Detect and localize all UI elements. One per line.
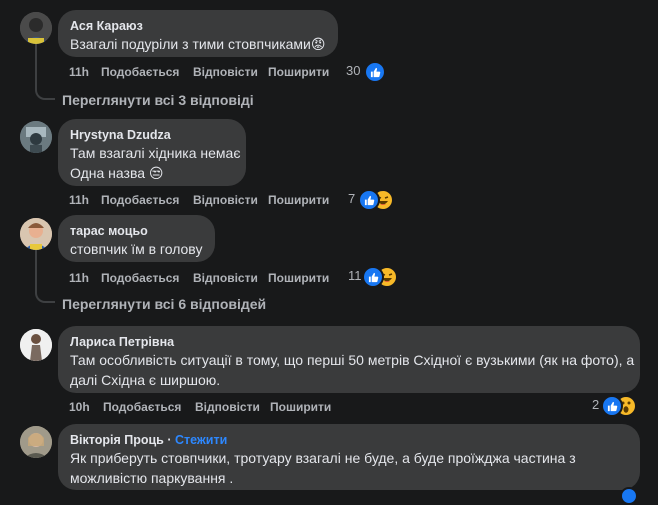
comment-time[interactable]: 11h: [69, 64, 89, 80]
comment-time[interactable]: 11h: [69, 192, 89, 208]
comment-bubble: Ася Караюз Взагалі подуріли з тими стовп…: [58, 10, 338, 57]
view-replies-link[interactable]: Переглянути всі 3 відповіді: [62, 91, 254, 109]
thread-elbow: [35, 88, 55, 100]
comment-text: Як приберуть стовпчики, тротуару взагалі…: [70, 448, 628, 488]
view-replies-link[interactable]: Переглянути всі 6 відповідей: [62, 295, 266, 313]
comment-author[interactable]: Лариса Петрівна: [70, 334, 628, 350]
comment-bubble: Hrystyna Dzudza Там взагалі хідника нема…: [58, 119, 246, 186]
comment-text-line: Там взагалі хідника немає: [70, 145, 241, 161]
comment-text: Там взагалі хідника немає Одна назва 😒: [70, 143, 241, 183]
comment-bubble: Лариса Петрівна Там особливість ситуації…: [58, 326, 640, 393]
comment-text-line: Як приберуть стовпчики, тротуару взагалі…: [70, 450, 576, 466]
reaction-count: 30: [346, 63, 361, 78]
follow-button[interactable]: Стежити: [175, 433, 227, 447]
thread-elbow: [35, 291, 55, 303]
like-icon: [601, 395, 623, 417]
comment-author[interactable]: Hrystyna Dzudza: [70, 127, 234, 143]
reaction-count: 11: [348, 268, 362, 283]
avatar[interactable]: [20, 329, 52, 361]
share-button[interactable]: Поширити: [268, 192, 329, 208]
reaction-count: 7: [348, 191, 356, 206]
comment-text: стовпчик їм в голову: [70, 239, 203, 259]
thread-line: [35, 44, 37, 90]
like-button[interactable]: Подобається: [101, 64, 179, 80]
reply-button[interactable]: Відповісти: [193, 64, 258, 80]
comment-text-line: далі Східна є ширшою.: [70, 372, 221, 388]
like-icon: [362, 266, 384, 288]
like-icon: [358, 189, 380, 211]
avatar[interactable]: [20, 426, 52, 458]
reply-button[interactable]: Відповісти: [193, 270, 258, 286]
reply-button[interactable]: Відповісти: [193, 192, 258, 208]
comment-time[interactable]: 10h: [69, 399, 90, 415]
like-icon[interactable]: [620, 487, 638, 505]
comment-time[interactable]: 11h: [69, 270, 89, 286]
avatar[interactable]: [20, 121, 52, 153]
like-button[interactable]: Подобається: [103, 399, 181, 415]
reaction-count: 2: [592, 397, 600, 412]
comment-author[interactable]: тарас моцьо: [70, 223, 203, 239]
comment-text: Взагалі подуріли з тими стовпчиками😡: [70, 34, 326, 54]
share-button[interactable]: Поширити: [270, 399, 331, 415]
comment-author-name[interactable]: Вікторія Проць: [70, 433, 164, 447]
comment-bubble: тарас моцьо стовпчик їм в голову: [58, 215, 215, 262]
share-button[interactable]: Поширити: [268, 64, 329, 80]
reply-button[interactable]: Відповісти: [195, 399, 260, 415]
avatar[interactable]: [20, 218, 52, 250]
avatar[interactable]: [20, 12, 52, 44]
like-button[interactable]: Подобається: [101, 270, 179, 286]
comment-bubble: Вікторія Проць · Стежити Як приберуть ст…: [58, 424, 640, 490]
comment-text-line: Одна назва 😒: [70, 165, 164, 181]
comment-author[interactable]: Ася Караюз: [70, 18, 326, 34]
comment-text: Там особливість ситуації в тому, що перш…: [70, 350, 635, 390]
comment-text-line: можливістю паркування .: [70, 470, 234, 486]
like-button[interactable]: Подобається: [101, 192, 179, 208]
share-button[interactable]: Поширити: [268, 270, 329, 286]
comment-text-line: Взагалі подуріли з тими стовпчиками😡: [70, 36, 326, 52]
comment-text-line: Там особливість ситуації в тому, що перш…: [70, 352, 635, 368]
like-icon: [364, 61, 386, 83]
comment-text-line: стовпчик їм в голову: [70, 241, 203, 257]
comment-author: Вікторія Проць · Стежити: [70, 433, 228, 447]
